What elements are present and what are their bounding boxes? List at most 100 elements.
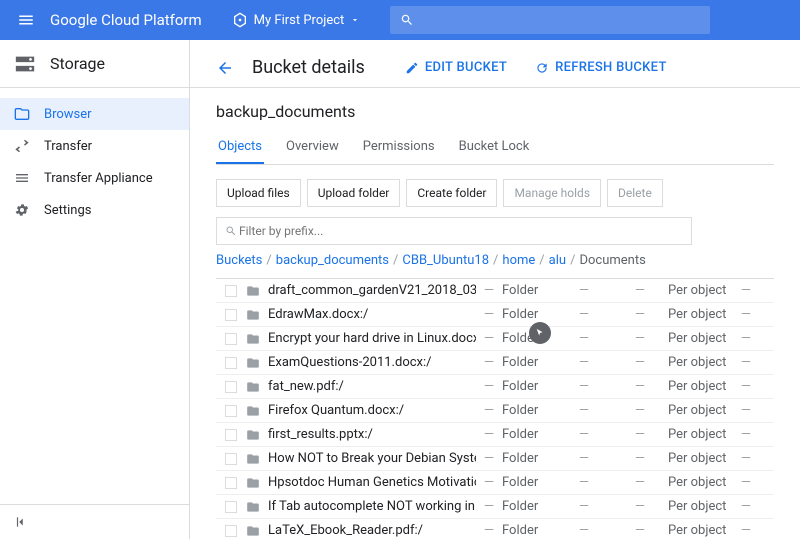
breadcrumb-current: Documents bbox=[579, 253, 645, 268]
folder-icon bbox=[246, 308, 260, 322]
sidebar-item-transfer-appliance[interactable]: Transfer Appliance bbox=[0, 162, 189, 194]
breadcrumb-link[interactable]: home bbox=[502, 253, 535, 268]
object-type: Folder bbox=[502, 427, 556, 442]
storage-class: Per object bbox=[668, 499, 734, 514]
refresh-bucket-button[interactable]: REFRESH BUCKET bbox=[535, 60, 667, 75]
topbar: Google Cloud Platform My First Project bbox=[0, 0, 800, 40]
sidebar-item-transfer[interactable]: Transfer bbox=[0, 130, 189, 162]
bucket-name: backup_documents bbox=[216, 102, 774, 121]
object-type: Folder bbox=[502, 307, 556, 322]
object-name[interactable]: fat_new.pdf:/ bbox=[246, 379, 476, 394]
filter-box[interactable] bbox=[216, 217, 692, 245]
row-checkbox[interactable] bbox=[225, 525, 237, 537]
object-name[interactable]: Firefox Quantum.docx:/ bbox=[246, 403, 476, 418]
row-checkbox[interactable] bbox=[225, 309, 237, 321]
tab-permissions[interactable]: Permissions bbox=[361, 131, 437, 164]
object-type: Folder bbox=[502, 355, 556, 370]
filter-input[interactable] bbox=[237, 223, 683, 239]
object-name[interactable]: LaTeX_Ebook_Reader.pdf:/ bbox=[246, 523, 476, 538]
tab-objects[interactable]: Objects bbox=[216, 131, 264, 164]
pencil-icon bbox=[405, 61, 419, 75]
object-row[interactable]: EdrawMax.docx:/—Folder——Per object— bbox=[216, 303, 774, 327]
collapse-icon bbox=[14, 515, 28, 529]
object-row[interactable]: Hpsotdoc Human Genetics Motivation.docx:… bbox=[216, 471, 774, 495]
object-type: Folder bbox=[502, 331, 556, 346]
row-checkbox[interactable] bbox=[225, 405, 237, 417]
row-checkbox[interactable] bbox=[225, 285, 237, 297]
sidebar-item-browser[interactable]: Browser bbox=[0, 98, 189, 130]
row-checkbox[interactable] bbox=[225, 381, 237, 393]
breadcrumb-root[interactable]: Buckets bbox=[216, 253, 262, 268]
main: Bucket details EDIT BUCKET REFRESH BUCKE… bbox=[190, 40, 800, 539]
object-row[interactable]: LaTeX_Ebook_Reader.pdf:/—Folder——Per obj… bbox=[216, 519, 774, 539]
sidebar-item-label: Browser bbox=[44, 107, 92, 122]
project-name: My First Project bbox=[254, 13, 345, 28]
project-selector[interactable]: My First Project bbox=[232, 12, 361, 28]
sidebar-item-label: Transfer bbox=[44, 139, 92, 154]
chevron-down-icon bbox=[350, 15, 360, 25]
upload-files-button[interactable]: Upload files bbox=[216, 179, 301, 207]
breadcrumb-link[interactable]: CBB_Ubuntu18 bbox=[402, 253, 489, 268]
object-name[interactable]: draft_common_gardenV21_2018_03_29_JRS... bbox=[246, 283, 476, 298]
storage-class: Per object bbox=[668, 403, 734, 418]
row-checkbox[interactable] bbox=[225, 333, 237, 345]
tab-overview[interactable]: Overview bbox=[284, 131, 341, 164]
folder-icon bbox=[246, 476, 260, 490]
object-name[interactable]: How NOT to Break your Debian System!.doc… bbox=[246, 451, 476, 466]
object-row[interactable]: Encrypt your hard drive in Linux.docx:/—… bbox=[216, 327, 774, 351]
storage-class: Per object bbox=[668, 307, 734, 322]
storage-class: Per object bbox=[668, 379, 734, 394]
row-checkbox[interactable] bbox=[225, 501, 237, 513]
search-bar[interactable] bbox=[390, 6, 710, 34]
object-type: Folder bbox=[502, 475, 556, 490]
object-row[interactable]: How NOT to Break your Debian System!.doc… bbox=[216, 447, 774, 471]
row-checkbox[interactable] bbox=[225, 477, 237, 489]
sidebar-item-settings[interactable]: Settings bbox=[0, 194, 189, 226]
object-type: Folder bbox=[502, 499, 556, 514]
object-name[interactable]: Hpsotdoc Human Genetics Motivation.docx:… bbox=[246, 475, 476, 490]
object-name[interactable]: ExamQuestions-2011.docx:/ bbox=[246, 355, 476, 370]
object-row[interactable]: ExamQuestions-2011.docx:/—Folder——Per ob… bbox=[216, 351, 774, 375]
sidebar-title: Storage bbox=[50, 54, 105, 73]
folder-icon bbox=[246, 284, 260, 298]
sidebar: Storage Browser Transfer Transfer Applianc… bbox=[0, 40, 190, 539]
action-row: Upload files Upload folder Create folder… bbox=[216, 179, 774, 207]
header-title: Google Cloud Platform bbox=[50, 11, 202, 29]
back-button[interactable] bbox=[216, 59, 234, 77]
object-list: draft_common_gardenV21_2018_03_29_JRS...… bbox=[216, 278, 774, 539]
object-name[interactable]: EdrawMax.docx:/ bbox=[246, 307, 476, 322]
menu-icon[interactable] bbox=[8, 2, 44, 38]
object-row[interactable]: draft_common_gardenV21_2018_03_29_JRS...… bbox=[216, 279, 774, 303]
object-name[interactable]: If Tab autocomplete NOT working in Linux… bbox=[246, 499, 476, 514]
storage-class: Per object bbox=[668, 283, 734, 298]
folder-icon bbox=[246, 524, 260, 538]
page-title: Bucket details bbox=[252, 57, 365, 78]
row-checkbox[interactable] bbox=[225, 357, 237, 369]
object-row[interactable]: If Tab autocomplete NOT working in Linux… bbox=[216, 495, 774, 519]
breadcrumb-link[interactable]: backup_documents bbox=[276, 253, 389, 268]
object-row[interactable]: Firefox Quantum.docx:/—Folder——Per objec… bbox=[216, 399, 774, 423]
project-icon bbox=[232, 12, 248, 28]
edit-bucket-button[interactable]: EDIT BUCKET bbox=[405, 60, 507, 75]
row-checkbox[interactable] bbox=[225, 429, 237, 441]
tabs: Objects Overview Permissions Bucket Lock bbox=[216, 131, 774, 165]
upload-folder-button[interactable]: Upload folder bbox=[307, 179, 401, 207]
object-type: Folder bbox=[502, 403, 556, 418]
folder-icon bbox=[246, 428, 260, 442]
object-row[interactable]: first_results.pptx:/—Folder——Per object— bbox=[216, 423, 774, 447]
object-row[interactable]: fat_new.pdf:/—Folder——Per object— bbox=[216, 375, 774, 399]
object-name[interactable]: first_results.pptx:/ bbox=[246, 427, 476, 442]
sidebar-collapse[interactable] bbox=[0, 504, 189, 539]
object-name[interactable]: Encrypt your hard drive in Linux.docx:/ bbox=[246, 331, 476, 346]
folder-icon bbox=[246, 332, 260, 346]
object-type: Folder bbox=[502, 523, 556, 538]
search-icon bbox=[400, 13, 414, 27]
folder-icon bbox=[246, 500, 260, 514]
storage-class: Per object bbox=[668, 331, 734, 346]
create-folder-button[interactable]: Create folder bbox=[406, 179, 497, 207]
row-checkbox[interactable] bbox=[225, 453, 237, 465]
storage-icon bbox=[14, 53, 36, 75]
breadcrumb-link[interactable]: alu bbox=[549, 253, 566, 268]
tab-bucket-lock[interactable]: Bucket Lock bbox=[457, 131, 532, 164]
storage-class: Per object bbox=[668, 355, 734, 370]
